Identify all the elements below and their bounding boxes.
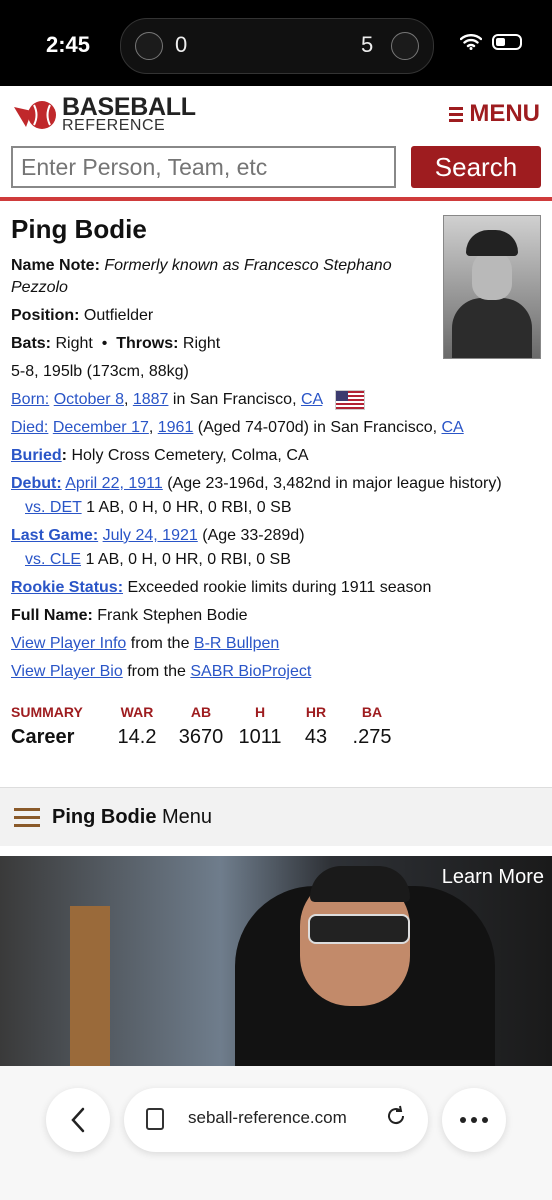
br-bullpen-link[interactable]: B-R Bullpen (194, 635, 279, 652)
baseball-logo-icon (14, 101, 56, 129)
born-date-link[interactable]: October 8 (54, 391, 124, 408)
player-menu-label: Menu (162, 805, 213, 828)
born-label-link[interactable]: Born: (11, 391, 49, 408)
summary-header-row: SUMMARY WAR AB H HR BA (11, 704, 398, 720)
height-weight: 5-8, 195lb (173cm, 88kg) (11, 363, 189, 380)
view-player-info-link[interactable]: View Player Info (11, 635, 126, 652)
last-game-opponent-link[interactable]: vs. CLE (25, 551, 81, 568)
us-flag-icon (334, 389, 365, 410)
last-game-text: (Age 33-289d) (202, 527, 305, 544)
more-options-button[interactable] (442, 1088, 506, 1152)
site-logo[interactable]: BASEBALL REFERENCE (12, 93, 196, 134)
debut-opponent-link[interactable]: vs. DET (25, 499, 82, 516)
player-menu-toggle[interactable]: Ping Bodie Menu (0, 787, 552, 846)
team-logo-icon (391, 32, 419, 60)
bats: Right (55, 335, 93, 352)
died-year-link[interactable]: 1961 (158, 419, 194, 436)
throws-label: Throws: (116, 335, 179, 352)
bio-from-text: from the (127, 663, 186, 680)
page-menu-icon[interactable] (146, 1108, 164, 1130)
back-button[interactable] (46, 1088, 110, 1152)
career-ba: .275 (352, 726, 392, 748)
video-ad[interactable]: Learn More (0, 856, 552, 1066)
full-name-label: Full Name: (11, 607, 93, 624)
died-text: (Aged 74-070d) in San Francisco, (197, 419, 438, 436)
career-ab: 3670 (178, 726, 224, 748)
rookie-status: Exceeded rookie limits during 1911 seaso… (127, 579, 432, 596)
debut-date-link[interactable]: April 22, 1911 (65, 475, 163, 492)
throws: Right (182, 335, 221, 352)
debut-line: 1 AB, 0 H, 0 HR, 0 RBI, 0 SB (86, 499, 292, 516)
chevron-left-icon (71, 1107, 85, 1133)
player-name: Ping Bodie (11, 214, 147, 244)
home-score: 0 (175, 32, 188, 57)
debut-label-link[interactable]: Debut: (11, 475, 62, 492)
career-war: 14.2 (117, 726, 157, 748)
address-bar[interactable]: seball-reference.com (124, 1088, 428, 1152)
full-name: Frank Stephen Bodie (97, 607, 248, 624)
ba-header: BA (361, 704, 383, 720)
header-divider (0, 197, 552, 201)
status-icons (460, 34, 522, 50)
learn-more-link[interactable]: Learn More (442, 866, 544, 889)
ab-header: AB (190, 704, 212, 720)
player-menu-name: Ping Bodie (52, 805, 157, 828)
sabr-bioproject-link[interactable]: SABR BioProject (190, 663, 311, 680)
player-info: Ping Bodie Name Note: Formerly known as … (11, 214, 541, 689)
name-note-label: Name Note: (11, 257, 100, 274)
live-activity-scoreboard[interactable]: 0 5 (120, 18, 434, 74)
reload-icon[interactable] (384, 1104, 408, 1128)
more-icon (460, 1117, 488, 1123)
summary-stats: SUMMARY WAR AB H HR BA Career 14.2 3670 … (11, 704, 398, 749)
bats-label: Bats: (11, 335, 52, 352)
position-label: Position: (11, 307, 80, 324)
career-hr: 43 (304, 726, 328, 748)
born-year-link[interactable]: 1887 (133, 391, 169, 408)
buried-label-link[interactable]: Buried (11, 447, 62, 464)
browser-toolbar: seball-reference.com (0, 1066, 552, 1200)
away-score: 5 (361, 32, 374, 57)
hamburger-icon (449, 104, 464, 125)
battery-icon (492, 34, 522, 50)
war-header: WAR (120, 704, 154, 720)
menu-button[interactable]: MENU (449, 100, 540, 128)
career-h: 1011 (238, 726, 282, 748)
search-button[interactable]: Search (411, 146, 541, 188)
born-place: in San Francisco, (172, 391, 297, 408)
hamburger-icon (14, 803, 40, 832)
last-game-line: 1 AB, 0 H, 0 HR, 0 RBI, 0 SB (85, 551, 291, 568)
info-from-text: from the (130, 635, 190, 652)
search-input[interactable] (11, 146, 396, 188)
career-label: Career (11, 726, 75, 748)
career-row: Career 14.2 3670 1011 43 .275 (11, 726, 398, 749)
team-logo-icon (135, 32, 163, 60)
summary-header: SUMMARY (11, 704, 83, 720)
status-bar: 2:45 0 5 (0, 0, 552, 86)
died-date-link[interactable]: December 17 (53, 419, 149, 436)
born-state-link[interactable]: CA (301, 391, 322, 408)
brand-name-line1: BASEBALL (62, 93, 196, 121)
wifi-icon (460, 34, 482, 50)
last-game-date-link[interactable]: July 24, 1921 (103, 527, 198, 544)
site-header: BASEBALL REFERENCE MENU Search (0, 86, 552, 200)
url-text: seball-reference.com (188, 1108, 347, 1127)
menu-label: MENU (469, 100, 540, 127)
buried: Holy Cross Cemetery, Colma, CA (71, 447, 309, 464)
rookie-status-link[interactable]: Rookie Status: (11, 579, 123, 596)
view-player-bio-link[interactable]: View Player Bio (11, 663, 123, 680)
position: Outfielder (83, 307, 154, 324)
debut-text: (Age 23-196d, 3,482nd in major league hi… (167, 475, 502, 492)
died-state-link[interactable]: CA (442, 419, 464, 436)
died-label-link[interactable]: Died: (11, 419, 48, 436)
h-header: H (254, 704, 266, 720)
hr-header: HR (305, 704, 327, 720)
clock: 2:45 (46, 32, 91, 57)
last-game-label-link[interactable]: Last Game: (11, 527, 98, 544)
